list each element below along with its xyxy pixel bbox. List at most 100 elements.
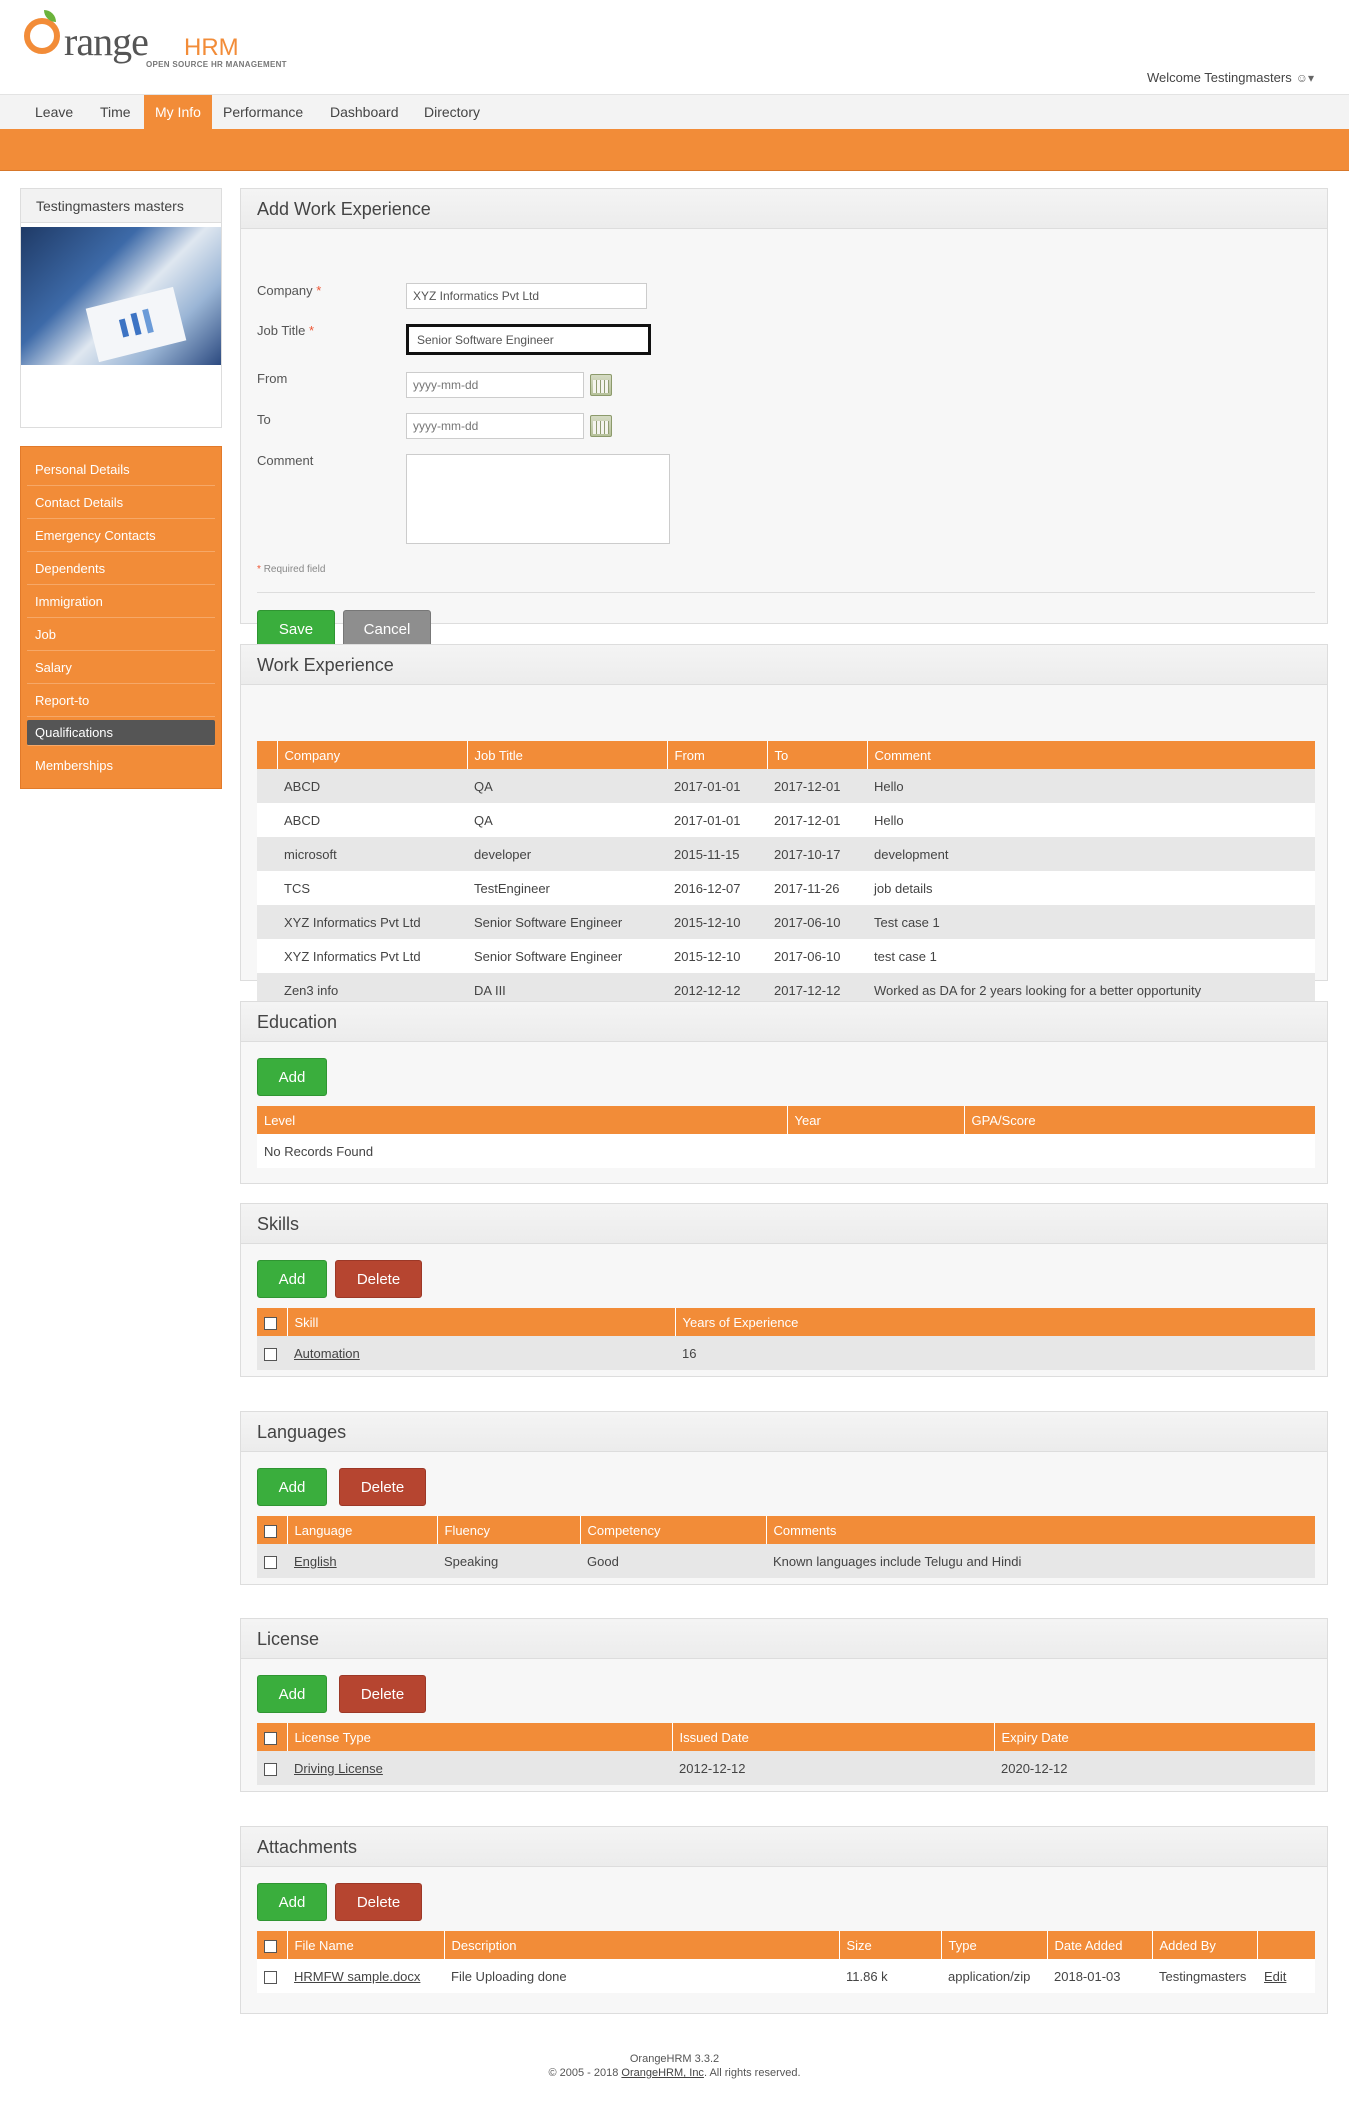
column-header[interactable]: Size	[839, 1931, 942, 1959]
sidebar-item-qualifications[interactable]: Qualifications	[27, 720, 215, 746]
table-row[interactable]: TCS TestEngineer 2016-12-07 2017-11-26 job d…	[257, 871, 1315, 905]
sidebar-item-dependents[interactable]: Dependents	[27, 552, 215, 585]
sidebar-item-personal-details[interactable]: Personal Details	[27, 453, 215, 486]
orangehrm-logo[interactable]: range HRM OPEN SOURCE HR MANAGEMENT	[24, 10, 324, 72]
license-link[interactable]: Driving License	[294, 1761, 383, 1776]
save-button[interactable]: Save	[257, 610, 335, 648]
add-attachment-button[interactable]: Add	[257, 1883, 327, 1921]
menu-leave[interactable]: Leave	[24, 95, 84, 130]
language-link[interactable]: English	[294, 1554, 337, 1569]
table-row[interactable]: ABCD QA 2017-01-01 2017-12-01 Hello	[257, 769, 1315, 803]
column-header[interactable]: Issued Date	[672, 1723, 995, 1751]
column-header[interactable]: To	[767, 741, 868, 769]
column-header[interactable]: Level	[257, 1106, 788, 1134]
comment-textarea[interactable]	[406, 454, 670, 544]
select-all-checkbox[interactable]	[264, 1316, 277, 1330]
job-title-label-text: Job Title	[257, 323, 306, 338]
profile-photo[interactable]	[21, 227, 221, 365]
sidebar-item-memberships[interactable]: Memberships	[27, 749, 215, 782]
column-header[interactable]: License Type	[287, 1723, 673, 1751]
column-header[interactable]: Years of Experience	[675, 1308, 1315, 1336]
sidebar-item-salary[interactable]: Salary	[27, 651, 215, 684]
column-header[interactable]: Type	[941, 1931, 1048, 1959]
sidebar-item-report-to[interactable]: Report-to	[27, 684, 215, 717]
to-date-input[interactable]	[406, 413, 584, 439]
row-checkbox[interactable]	[264, 1970, 277, 1984]
table-row[interactable]: XYZ Informatics Pvt Ltd Senior Software E…	[257, 939, 1315, 973]
table-row[interactable]: Driving License 2012-12-12 2020-12-12	[257, 1751, 1315, 1785]
attachments-table: File Name Description Size Type Date Add…	[257, 1931, 1315, 1993]
cell-to: 2017-11-26	[767, 871, 867, 905]
cancel-button[interactable]: Cancel	[343, 610, 431, 648]
column-header[interactable]: Comment	[867, 741, 1315, 769]
cell-years: 16	[675, 1336, 1315, 1370]
cell-comment: Hello	[867, 803, 1315, 837]
calendar-icon[interactable]	[590, 415, 612, 437]
logo-tagline: OPEN SOURCE HR MANAGEMENT	[146, 60, 287, 69]
row-spacer	[257, 871, 277, 905]
column-header[interactable]: Description	[444, 1931, 840, 1959]
license-panel: License Add Delete License Type Issued D…	[240, 1618, 1328, 1792]
add-skill-button[interactable]: Add	[257, 1260, 327, 1298]
company-input[interactable]	[406, 283, 647, 309]
select-all-header	[257, 1931, 288, 1959]
column-header[interactable]: Skill	[287, 1308, 676, 1336]
add-education-button[interactable]: Add	[257, 1058, 327, 1096]
column-header[interactable]: From	[667, 741, 768, 769]
delete-attachment-button[interactable]: Delete	[335, 1883, 422, 1921]
company-link[interactable]: OrangeHRM, Inc	[621, 2067, 704, 2079]
delete-license-button[interactable]: Delete	[339, 1675, 426, 1713]
column-header[interactable]: Comments	[766, 1516, 1315, 1544]
column-header[interactable]: Job Title	[467, 741, 668, 769]
sidebar-item-contact-details[interactable]: Contact Details	[27, 486, 215, 519]
column-header[interactable]: Company	[277, 741, 468, 769]
table-row[interactable]: HRMFW sample.docx File Uploading done 11…	[257, 1959, 1315, 1993]
menu-directory[interactable]: Directory	[413, 95, 491, 130]
welcome-menu[interactable]: Welcome Testingmasters ☺▾	[1147, 70, 1314, 85]
menu-dashboard[interactable]: Dashboard	[319, 95, 410, 130]
table-row[interactable]: XYZ Informatics Pvt Ltd Senior Software E…	[257, 905, 1315, 939]
row-checkbox[interactable]	[264, 1762, 277, 1776]
delete-skill-button[interactable]: Delete	[335, 1260, 422, 1298]
column-header[interactable]: Competency	[580, 1516, 767, 1544]
required-marker: *	[316, 283, 322, 298]
job-title-input[interactable]	[406, 324, 651, 355]
sidebar-item-emergency-contacts[interactable]: Emergency Contacts	[27, 519, 215, 552]
cell-issued-date: 2012-12-12	[672, 1751, 994, 1785]
column-header[interactable]: Added By	[1152, 1931, 1258, 1959]
menu-time[interactable]: Time	[89, 95, 142, 130]
select-all-checkbox[interactable]	[264, 1939, 277, 1953]
table-row[interactable]: Automation 16	[257, 1336, 1315, 1370]
column-header[interactable]: Fluency	[437, 1516, 581, 1544]
calendar-icon[interactable]	[590, 374, 612, 396]
column-header[interactable]: Year	[787, 1106, 965, 1134]
table-row[interactable]: microsoft developer 2015-11-15 2017-10-17 de…	[257, 837, 1315, 871]
sidebar-item-immigration[interactable]: Immigration	[27, 585, 215, 618]
menu-my-info[interactable]: My Info	[144, 95, 212, 130]
column-header[interactable]: GPA/Score	[964, 1106, 1315, 1134]
sidebar-item-job[interactable]: Job	[27, 618, 215, 651]
menu-performance[interactable]: Performance	[212, 95, 314, 130]
column-header[interactable]: Language	[287, 1516, 438, 1544]
add-language-button[interactable]: Add	[257, 1468, 327, 1506]
delete-language-button[interactable]: Delete	[339, 1468, 426, 1506]
table-row[interactable]: English Speaking Good Known languages in…	[257, 1544, 1315, 1578]
row-spacer	[257, 905, 277, 939]
cell-to: 2017-06-10	[767, 939, 867, 973]
row-checkbox[interactable]	[264, 1555, 277, 1569]
from-date-input[interactable]	[406, 372, 584, 398]
attachments-panel: Attachments Add Delete File Name Descrip…	[240, 1826, 1328, 2014]
skills-table: Skill Years of Experience Automation 16	[257, 1308, 1315, 1370]
skill-link[interactable]: Automation	[294, 1346, 360, 1361]
file-link[interactable]: HRMFW sample.docx	[294, 1969, 420, 1984]
column-header[interactable]: Expiry Date	[994, 1723, 1315, 1751]
add-license-button[interactable]: Add	[257, 1675, 327, 1713]
edit-link[interactable]: Edit	[1264, 1969, 1286, 1984]
table-row[interactable]: ABCD QA 2017-01-01 2017-12-01 Hello	[257, 803, 1315, 837]
column-header[interactable]: File Name	[287, 1931, 445, 1959]
row-checkbox[interactable]	[264, 1347, 277, 1361]
from-label: From	[257, 371, 288, 386]
select-all-checkbox[interactable]	[264, 1524, 277, 1538]
column-header[interactable]: Date Added	[1047, 1931, 1153, 1959]
select-all-checkbox[interactable]	[264, 1731, 277, 1745]
